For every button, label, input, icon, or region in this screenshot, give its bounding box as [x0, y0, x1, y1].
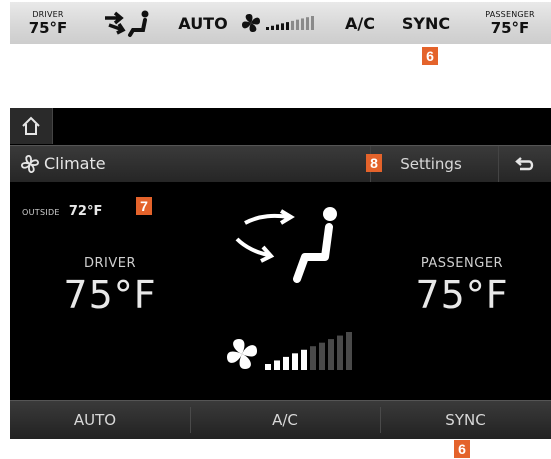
fan-bar	[291, 20, 294, 30]
fan-bar	[281, 23, 284, 30]
fan-speed-control[interactable]	[225, 326, 365, 376]
fan-bar	[346, 332, 352, 370]
fan-bar	[265, 364, 271, 370]
home-icon	[22, 116, 40, 135]
callout-sync-top: 6	[422, 47, 438, 65]
sync-button[interactable]: SYNC	[380, 401, 551, 439]
fan-bar	[310, 346, 316, 370]
fan-bar	[271, 25, 274, 30]
callout-settings: 8	[366, 154, 382, 172]
callout-outside: 7	[136, 197, 152, 215]
fan-bar	[306, 17, 309, 30]
driver-zone[interactable]: DRIVER 75°F	[50, 256, 170, 317]
outside-temperature: OUTSIDE 72°F	[22, 200, 102, 219]
fan-bar	[319, 342, 325, 370]
back-icon	[515, 157, 534, 171]
outside-label: OUTSIDE	[22, 208, 60, 217]
driver-temp: 75°F	[63, 273, 157, 317]
fan-bar	[283, 356, 289, 370]
settings-button[interactable]: Settings	[370, 146, 491, 182]
bottom-bar: AUTO A/C SYNC	[10, 400, 551, 439]
fan-bar	[276, 24, 279, 30]
back-button[interactable]	[498, 146, 551, 182]
strip-airflow-seat-icon	[98, 2, 160, 44]
callout-sync-bottom: 6	[454, 440, 470, 458]
ac-button[interactable]: A/C	[190, 401, 380, 439]
fan-bar	[274, 360, 280, 370]
fan-bar	[328, 339, 334, 370]
strip-driver-zone: DRIVER 75°F	[26, 2, 70, 44]
fan-bar	[311, 16, 314, 30]
strip-driver-label: DRIVER	[32, 9, 64, 19]
strip-driver-temp: 75°F	[28, 18, 68, 37]
strip-fan-speed	[240, 2, 330, 44]
strip-auto: AUTO	[178, 13, 228, 33]
title-bar: Climate Settings	[10, 145, 551, 182]
fan-bar	[301, 349, 307, 370]
page-title: Climate	[44, 154, 106, 173]
strip-ac: A/C	[345, 13, 375, 33]
climate-status-strip: DRIVER 75°F AUTO A/C SYNC PASSENGER 75°F	[10, 2, 551, 44]
fan-bar	[296, 19, 299, 30]
airflow-seat-icon[interactable]	[225, 201, 345, 291]
home-button[interactable]	[10, 108, 53, 144]
outside-temp: 72°F	[68, 204, 103, 219]
passenger-label: PASSENGER	[420, 256, 504, 271]
fan-bar	[301, 18, 304, 30]
passenger-zone[interactable]: PASSENGER 75°F	[392, 256, 532, 317]
climate-fan-icon	[20, 154, 40, 174]
fan-icon	[227, 339, 257, 369]
fan-bar	[292, 353, 298, 370]
driver-label: DRIVER	[83, 256, 137, 271]
fan-bar	[266, 27, 269, 30]
strip-passenger-label: PASSENGER	[485, 9, 535, 19]
strip-passenger-temp: 75°F	[490, 18, 530, 37]
fan-bar	[337, 335, 343, 370]
strip-passenger-zone: PASSENGER 75°F	[478, 2, 542, 44]
fan-icon	[242, 14, 260, 32]
fan-bar	[286, 22, 289, 30]
climate-screen: Climate Settings 8 OUTSIDE 72°F 7 DRIVER…	[10, 108, 551, 439]
passenger-temp: 75°F	[415, 273, 509, 317]
auto-button[interactable]: AUTO	[10, 401, 180, 439]
strip-sync: SYNC	[401, 13, 451, 33]
strip-fan-icon	[242, 14, 314, 32]
